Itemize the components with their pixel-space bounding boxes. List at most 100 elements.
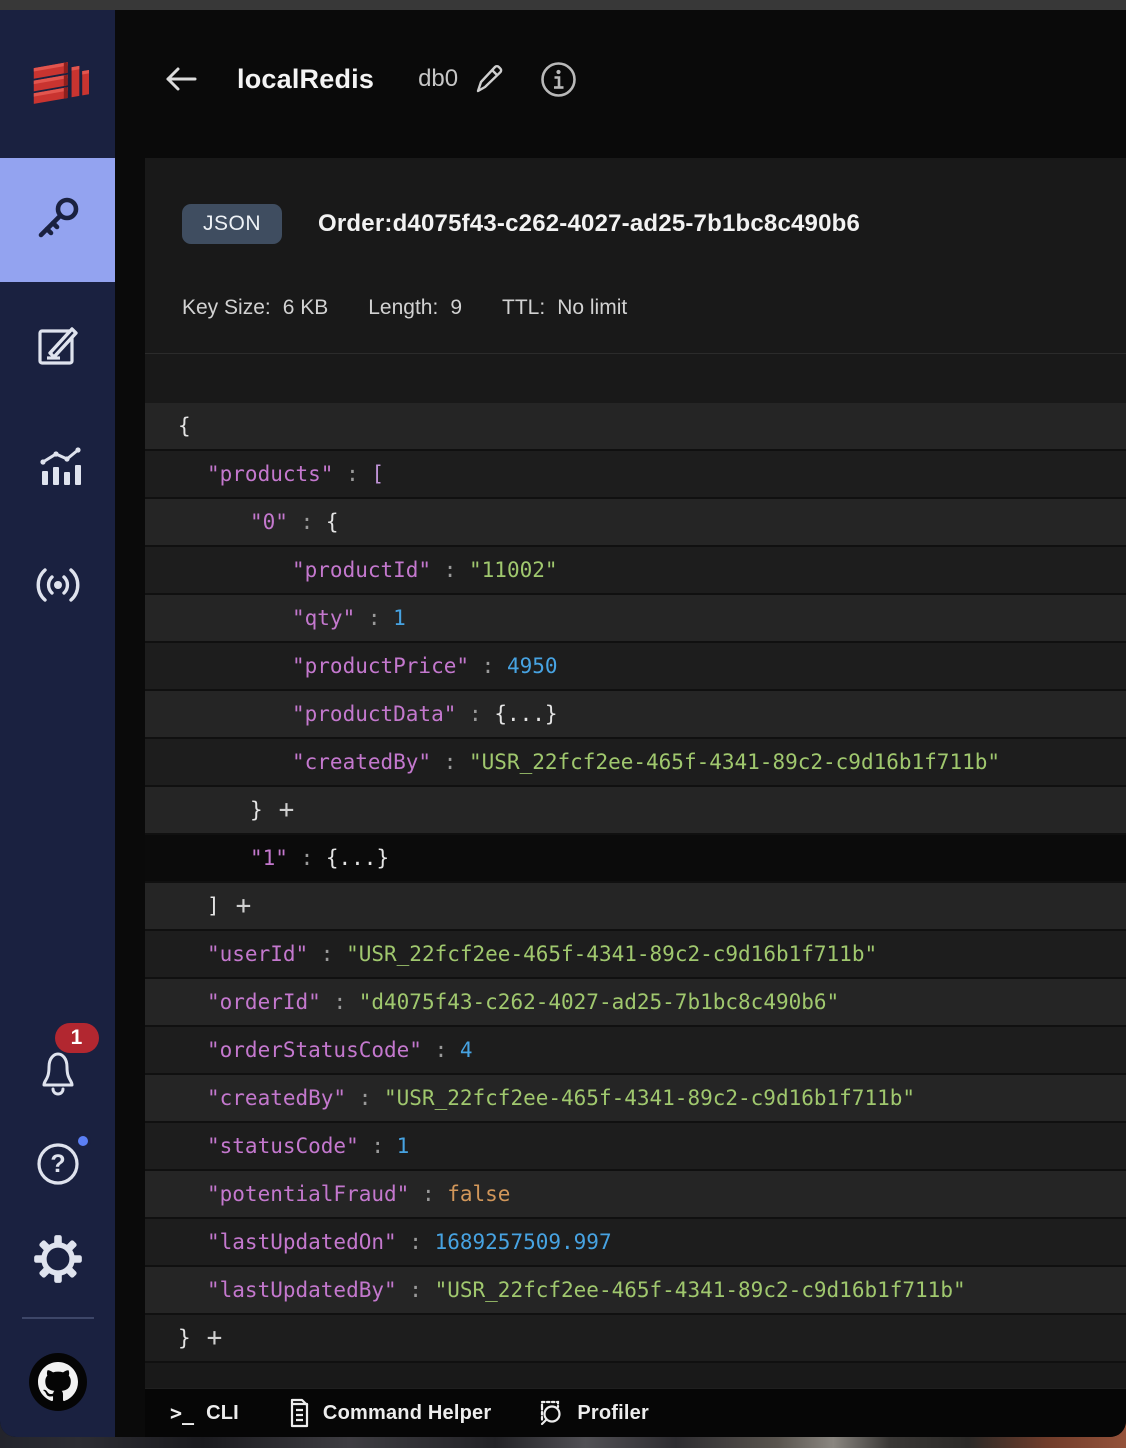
redis-logo-icon — [27, 44, 89, 112]
sidebar-item-analytics[interactable] — [0, 439, 115, 495]
json-token-key: "qty" — [292, 606, 356, 630]
help-button[interactable]: ? — [33, 1133, 91, 1189]
expand-add-button[interactable]: + — [207, 1325, 223, 1351]
main-area: localRedis db0 JSON Order:d4075f43-c262-… — [115, 10, 1126, 1437]
notifications-button[interactable]: 1 — [33, 1023, 99, 1097]
json-token-key: "createdBy" — [207, 1086, 347, 1110]
json-token-colon: : — [469, 654, 507, 678]
sidebar-divider — [21, 1317, 94, 1319]
key-header: JSON Order:d4075f43-c262-4027-ad25-7b1bc… — [145, 158, 1126, 244]
database-title: localRedis — [237, 63, 375, 94]
json-row[interactable]: "orderId" : "d4075f43-c262-4027-ad25-7b1… — [145, 979, 1126, 1027]
bottom-toolbar: >_ CLI Command Helper Profiler — [145, 1388, 1126, 1437]
app-window: 1 ? localRedis db0 JSON Order:d4075f43-c… — [0, 0, 1126, 1437]
json-tree: {"products" : ["0" : {"productId" : "110… — [145, 403, 1126, 1388]
json-token-key: "potentialFraud" — [207, 1182, 410, 1206]
json-token-key: "lastUpdatedBy" — [207, 1278, 397, 1302]
key-details-panel: JSON Order:d4075f43-c262-4027-ad25-7b1bc… — [145, 158, 1126, 1388]
back-button[interactable] — [163, 61, 199, 97]
help-icon: ? — [33, 1139, 83, 1189]
edit-alias-pencil-icon[interactable] — [472, 63, 504, 95]
json-token-colon: : — [355, 606, 394, 630]
sidebar: 1 ? — [0, 10, 115, 1437]
json-row[interactable]: "lastUpdatedOn" : 1689257509.997 — [145, 1219, 1126, 1267]
json-token-colon: : — [431, 750, 470, 774]
json-row[interactable]: ] + — [145, 883, 1126, 931]
profiler-icon — [535, 1398, 565, 1428]
github-button[interactable] — [28, 1353, 87, 1411]
sidebar-item-browser[interactable] — [0, 158, 115, 282]
notification-badge: 1 — [54, 1023, 99, 1053]
key-ttl-meta[interactable]: TTL: No limit — [502, 296, 627, 320]
json-token-colon: : — [409, 1182, 448, 1206]
sidebar-bottom-group: 1 ? — [0, 1023, 115, 1437]
info-icon[interactable] — [540, 61, 577, 98]
sidebar-item-workbench[interactable] — [0, 317, 115, 373]
window-titlebar — [0, 0, 1126, 10]
json-token-colon: : — [396, 1230, 435, 1254]
json-token-number: 4950 — [506, 654, 558, 678]
key-meta-row: Key Size: 6 KB Length: 9 TTL: No limit — [145, 296, 1126, 320]
key-icon — [31, 193, 85, 247]
json-row[interactable]: "products" : [ — [145, 451, 1126, 499]
expand-add-button[interactable]: + — [279, 797, 295, 823]
json-row[interactable]: "productData" : {...} — [145, 691, 1126, 739]
json-token-punct: } — [250, 798, 263, 822]
command-helper-button[interactable]: Command Helper — [283, 1398, 491, 1428]
json-row[interactable]: "lastUpdatedBy" : "USR_22fcf2ee-465f-434… — [145, 1267, 1126, 1315]
json-row[interactable]: "statusCode" : 1 — [145, 1123, 1126, 1171]
json-token-key: "lastUpdatedOn" — [207, 1230, 397, 1254]
cli-button[interactable]: >_ CLI — [170, 1401, 239, 1425]
sidebar-item-pubsub[interactable] — [0, 557, 115, 613]
json-row[interactable]: { — [145, 403, 1126, 451]
json-token-punct: {...} — [325, 846, 390, 870]
json-row[interactable]: "productId" : "11002" — [145, 547, 1126, 595]
json-token-key: "statusCode" — [207, 1134, 359, 1158]
json-token-string: "11002" — [469, 558, 558, 582]
json-row[interactable]: "orderStatusCode" : 4 — [145, 1027, 1126, 1075]
json-token-colon: : — [456, 702, 495, 726]
chart-icon — [34, 443, 82, 491]
key-length-meta: Length: 9 — [368, 296, 463, 319]
json-token-colon: : — [287, 510, 326, 534]
expand-add-button[interactable]: + — [236, 893, 252, 919]
key-name[interactable]: Order:d4075f43-c262-4027-ad25-7b1bc8c490… — [318, 210, 860, 238]
edit-icon — [34, 321, 82, 369]
json-row[interactable]: "potentialFraud" : false — [145, 1171, 1126, 1219]
json-token-key: "orderId" — [207, 990, 321, 1014]
database-index: db0 — [418, 65, 459, 92]
profiler-button[interactable]: Profiler — [535, 1398, 649, 1428]
json-row[interactable]: "createdBy" : "USR_22fcf2ee-465f-4341-89… — [145, 1075, 1126, 1123]
json-token-colon: : — [287, 846, 326, 870]
json-token-colon: : — [320, 990, 359, 1014]
json-token-colon: : — [421, 1038, 460, 1062]
settings-button[interactable] — [32, 1233, 84, 1285]
help-notification-dot — [74, 1133, 91, 1149]
cli-icon: >_ — [170, 1401, 195, 1425]
json-token-colon: : — [431, 558, 470, 582]
json-row[interactable]: "0" : { — [145, 499, 1126, 547]
json-token-number: 4 — [459, 1038, 473, 1062]
github-icon — [37, 1362, 78, 1402]
json-token-colon: : — [396, 1278, 435, 1302]
json-row[interactable]: "1" : {...} — [145, 835, 1126, 883]
panel-divider — [145, 353, 1126, 354]
json-row[interactable]: } + — [145, 787, 1126, 835]
topbar: localRedis db0 — [115, 10, 1126, 148]
key-size-meta: Key Size: 6 KB — [182, 296, 329, 319]
json-token-string: "USR_22fcf2ee-465f-4341-89c2-c9d16b1f711… — [346, 942, 878, 966]
json-token-punct: { — [325, 510, 339, 534]
json-token-key: "userId" — [207, 942, 309, 966]
json-token-punct: { — [178, 414, 191, 438]
json-token-key: "productId" — [292, 558, 432, 582]
json-token-punct: ] — [207, 894, 220, 918]
json-row[interactable]: "productPrice" : 4950 — [145, 643, 1126, 691]
json-token-colon: : — [358, 1134, 397, 1158]
json-row[interactable]: "createdBy" : "USR_22fcf2ee-465f-4341-89… — [145, 739, 1126, 787]
json-token-key: "createdBy" — [292, 750, 432, 774]
json-token-number: 1689257509.997 — [434, 1230, 612, 1254]
json-row[interactable]: "qty" : 1 — [145, 595, 1126, 643]
json-row[interactable]: "userId" : "USR_22fcf2ee-465f-4341-89c2-… — [145, 931, 1126, 979]
json-row[interactable]: } + — [145, 1315, 1126, 1363]
json-token-colon: : — [346, 1086, 385, 1110]
